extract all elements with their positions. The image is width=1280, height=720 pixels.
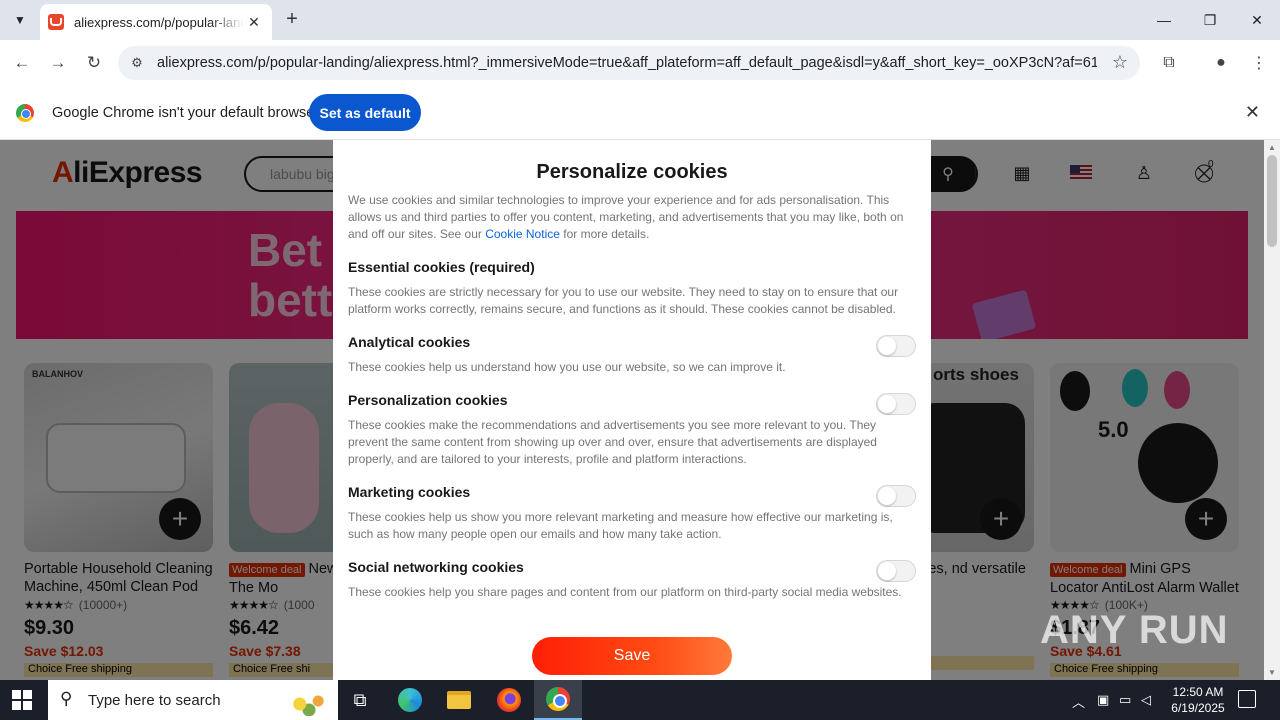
url-text[interactable]: aliexpress.com/p/popular-landing/aliexpr…	[157, 55, 1097, 71]
essential-cookies-desc: These cookies are strictly necessary for…	[348, 285, 899, 316]
set-as-default-button[interactable]: Set as default	[309, 94, 421, 131]
marketing-cookies-toggle[interactable]	[876, 485, 916, 507]
aliexpress-favicon-icon	[48, 14, 64, 30]
tab-search-button[interactable]: ▼	[6, 6, 34, 34]
anyrun-watermark: ANY RUN	[1040, 608, 1229, 652]
network-icon[interactable]: ▭	[1119, 692, 1131, 708]
reload-icon[interactable]: ↻	[80, 49, 108, 77]
windows-start-icon[interactable]	[12, 690, 32, 710]
firefox-icon[interactable]	[485, 680, 533, 720]
chrome-taskbar-icon[interactable]	[534, 680, 582, 720]
scroll-down-icon[interactable]: ▼	[1268, 668, 1276, 677]
cookie-notice-link[interactable]: Cookie Notice	[485, 227, 560, 241]
default-browser-infobar: Google Chrome isn't your default browser…	[0, 86, 1280, 140]
forward-arrow-icon[interactable]: →	[44, 49, 72, 77]
task-view-icon[interactable]: ⧉	[336, 680, 384, 720]
page-scrollbar[interactable]: ▲ ▼	[1264, 140, 1280, 680]
window-close-icon[interactable]: ✕	[1234, 0, 1280, 40]
file-explorer-icon[interactable]	[435, 680, 483, 720]
minimize-icon[interactable]: —	[1141, 0, 1187, 40]
search-highlight-icon	[286, 686, 332, 716]
more-menu-icon[interactable]: ⋮	[1246, 50, 1272, 76]
infobar-message: Google Chrome isn't your default browser	[52, 105, 320, 121]
marketing-cookies-desc: These cookies help us show you more rele…	[348, 510, 893, 541]
volume-icon[interactable]: ◁	[1141, 692, 1151, 708]
scrollbar-thumb[interactable]	[1267, 155, 1277, 247]
tray-chevron-icon[interactable]: ︿	[1072, 692, 1085, 711]
taskbar-search-box[interactable]: ⚲ Type here to search	[48, 680, 338, 720]
profile-icon[interactable]: ●	[1208, 50, 1234, 76]
browser-tab-bar: ▼ aliexpress.com/p/popular-landi ✕ + — ❐…	[0, 0, 1280, 40]
windows-taskbar: ⚲ Type here to search ⧉ ︿ ▣ ▭ ◁ 12:50 AM…	[0, 680, 1280, 720]
restore-icon[interactable]: ❐	[1187, 0, 1233, 40]
address-toolbar: ← → ↻ ⚙ aliexpress.com/p/popular-landing…	[0, 40, 1280, 86]
edge-icon[interactable]	[386, 680, 434, 720]
omnibox[interactable]: ⚙ aliexpress.com/p/popular-landing/aliex…	[118, 46, 1140, 80]
personalization-cookies-title: Personalization cookies	[348, 392, 508, 408]
dialog-title: Personalize cookies	[536, 161, 728, 183]
personalization-cookies-toggle[interactable]	[876, 393, 916, 415]
personalization-cookies-desc: These cookies make the recommendations a…	[348, 418, 877, 466]
analytical-cookies-title: Analytical cookies	[348, 334, 471, 350]
tab-close-icon[interactable]: ✕	[244, 14, 264, 31]
tab-title: aliexpress.com/p/popular-landi	[74, 14, 244, 30]
scroll-up-icon[interactable]: ▲	[1268, 143, 1276, 152]
analytical-cookies-toggle[interactable]	[876, 335, 916, 357]
tray-device-icon[interactable]: ▣	[1097, 692, 1109, 708]
notification-icon[interactable]	[1238, 690, 1256, 708]
social-cookies-desc: These cookies help you share pages and c…	[348, 585, 902, 599]
search-icon: ⚲	[60, 689, 73, 708]
extensions-icon[interactable]: ⧉	[1156, 50, 1182, 76]
cookie-preferences-dialog: Personalize cookies We use cookies and s…	[333, 140, 931, 680]
save-cookies-button[interactable]: Save	[532, 637, 732, 675]
taskbar-clock[interactable]: 12:50 AM 6/19/2025	[1160, 684, 1236, 716]
dialog-intro: We use cookies and similar technologies …	[348, 193, 904, 241]
browser-tab[interactable]: aliexpress.com/p/popular-landi ✕	[40, 4, 272, 40]
social-cookies-title: Social networking cookies	[348, 559, 524, 575]
analytical-cookies-desc: These cookies help us understand how you…	[348, 360, 786, 374]
infobar-close-icon[interactable]: ✕	[1245, 102, 1260, 123]
back-arrow-icon[interactable]: ←	[8, 49, 36, 77]
social-cookies-toggle[interactable]	[876, 560, 916, 582]
new-tab-button[interactable]: +	[280, 8, 304, 32]
chrome-logo-icon	[16, 104, 34, 122]
site-info-icon[interactable]: ⚙	[128, 54, 146, 72]
bookmark-star-icon[interactable]: ☆	[1112, 52, 1128, 73]
taskbar-search-placeholder: Type here to search	[88, 692, 221, 709]
marketing-cookies-title: Marketing cookies	[348, 484, 471, 500]
essential-cookies-title: Essential cookies (required)	[348, 259, 535, 275]
page-content: AliExpress labubu big ⚲ ▦ ♙ ⛒ 0 Betbett …	[0, 140, 1264, 680]
